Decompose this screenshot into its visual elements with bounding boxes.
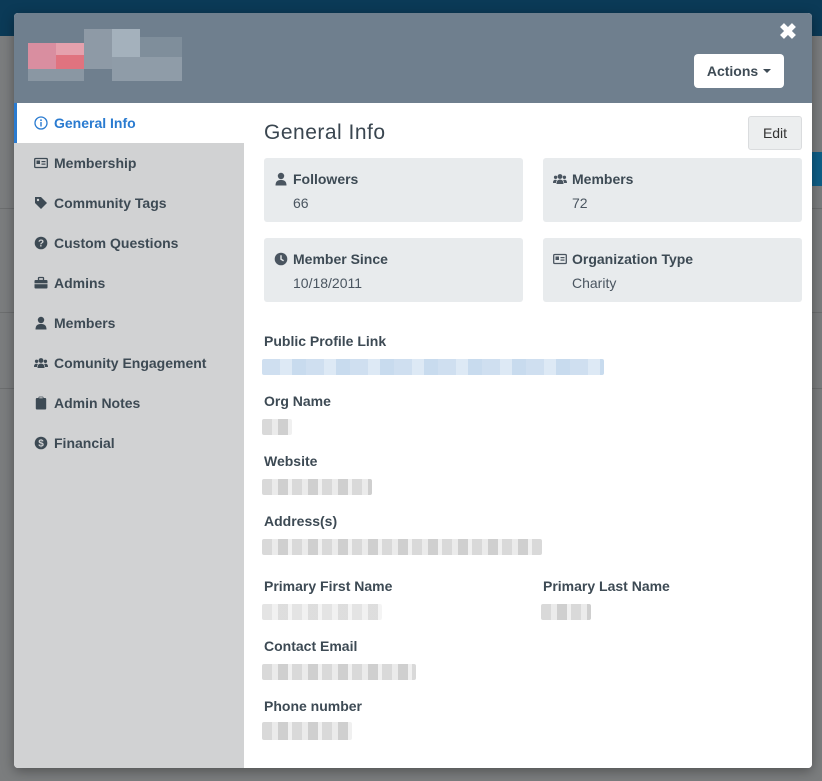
sidebar-item-members[interactable]: Members bbox=[14, 303, 244, 343]
users-icon bbox=[34, 356, 48, 370]
website-label: Website bbox=[264, 453, 318, 469]
clock-icon bbox=[274, 252, 288, 266]
primary-last-name-label: Primary Last Name bbox=[543, 578, 670, 594]
id-card-icon bbox=[34, 156, 48, 170]
sidebar-item-custom-questions[interactable]: ? Custom Questions bbox=[14, 223, 244, 263]
contact-email-label: Contact Email bbox=[264, 638, 358, 654]
addresses-value bbox=[262, 539, 542, 555]
addresses-label: Address(s) bbox=[264, 513, 338, 529]
sidebar-item-label: Comunity Engagement bbox=[54, 355, 207, 371]
sidebar-item-label: Admin Notes bbox=[54, 395, 141, 411]
svg-text:?: ? bbox=[38, 239, 44, 250]
main-content: General Info Edit Followers 66 Members 7… bbox=[244, 103, 812, 768]
actions-button-label: Actions bbox=[706, 63, 759, 79]
organization-type-label: Organization Type bbox=[553, 251, 693, 267]
sidebar-item-label: Membership bbox=[54, 155, 137, 171]
followers-value: 66 bbox=[293, 195, 309, 211]
caret-down-icon bbox=[763, 69, 772, 73]
sidebar-item-label: Custom Questions bbox=[54, 235, 179, 251]
member-since-card: Member Since 10/18/2011 bbox=[264, 238, 523, 302]
sidebar-item-label: Admins bbox=[54, 275, 106, 291]
organization-logo bbox=[28, 29, 198, 81]
sidebar-item-financial[interactable]: $ Financial bbox=[14, 423, 244, 463]
close-icon[interactable]: ✖ bbox=[778, 21, 798, 43]
primary-first-name-label: Primary First Name bbox=[264, 578, 393, 594]
organization-modal: ✖ Actions General Info Membership Commun… bbox=[14, 13, 812, 768]
modal-sidebar: General Info Membership Community Tags ?… bbox=[14, 103, 244, 768]
user-icon bbox=[34, 316, 48, 330]
edit-button[interactable]: Edit bbox=[748, 116, 802, 150]
org-name-value bbox=[262, 419, 292, 435]
primary-first-name-value bbox=[262, 604, 382, 620]
user-icon bbox=[275, 172, 287, 186]
org-name-label: Org Name bbox=[264, 393, 331, 409]
sidebar-item-label: Financial bbox=[54, 435, 115, 451]
followers-card: Followers 66 bbox=[264, 158, 523, 222]
briefcase-icon bbox=[34, 276, 48, 290]
public-profile-link-value[interactable] bbox=[262, 359, 604, 375]
phone-number-label: Phone number bbox=[264, 698, 363, 714]
contact-email-value bbox=[262, 664, 416, 680]
sidebar-item-label: General Info bbox=[54, 115, 136, 131]
followers-label: Followers bbox=[274, 171, 358, 187]
member-since-value: 10/18/2011 bbox=[293, 275, 363, 291]
website-value bbox=[262, 479, 372, 495]
members-value: 72 bbox=[572, 195, 588, 211]
organization-type-card: Organization Type Charity bbox=[543, 238, 802, 302]
members-label: Members bbox=[553, 171, 633, 187]
actions-dropdown-button[interactable]: Actions bbox=[694, 54, 784, 88]
sidebar-item-general-info[interactable]: General Info bbox=[14, 103, 244, 143]
page-title: General Info bbox=[264, 121, 386, 144]
svg-text:$: $ bbox=[38, 439, 44, 450]
info-circle-icon bbox=[34, 116, 48, 130]
primary-last-name-value bbox=[541, 604, 591, 620]
tag-icon bbox=[34, 196, 48, 210]
phone-number-value bbox=[262, 722, 352, 740]
dollar-circle-icon: $ bbox=[34, 436, 48, 450]
organization-type-value: Charity bbox=[572, 275, 617, 291]
sidebar-item-membership[interactable]: Membership bbox=[14, 143, 244, 183]
question-circle-icon: ? bbox=[34, 236, 48, 250]
sidebar-item-admins[interactable]: Admins bbox=[14, 263, 244, 303]
sidebar-item-community-engagement[interactable]: Comunity Engagement bbox=[14, 343, 244, 383]
clipboard-icon bbox=[34, 396, 48, 410]
members-card: Members 72 bbox=[543, 158, 802, 222]
sidebar-item-admin-notes[interactable]: Admin Notes bbox=[14, 383, 244, 423]
sidebar-item-community-tags[interactable]: Community Tags bbox=[14, 183, 244, 223]
users-icon bbox=[553, 174, 567, 184]
public-profile-link-label: Public Profile Link bbox=[264, 333, 387, 349]
sidebar-item-label: Members bbox=[54, 315, 116, 331]
member-since-label: Member Since bbox=[274, 251, 388, 267]
sidebar-item-label: Community Tags bbox=[54, 195, 167, 211]
id-card-icon bbox=[553, 253, 567, 265]
modal-header: ✖ Actions bbox=[14, 13, 812, 103]
